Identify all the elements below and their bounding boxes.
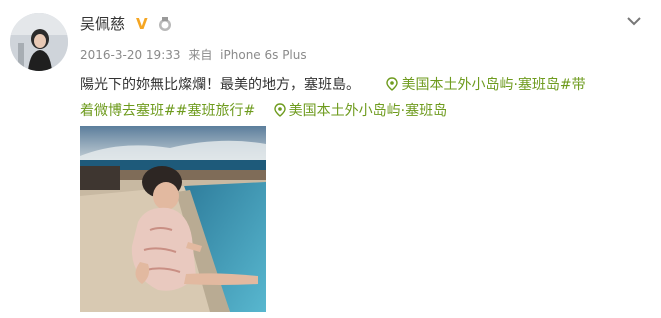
- post-photo[interactable]: [80, 126, 266, 312]
- chevron-down-icon[interactable]: [624, 11, 644, 31]
- verified-badge: V: [136, 15, 148, 33]
- post-date[interactable]: 2016-3-20 19:33: [80, 48, 181, 62]
- source-prefix: 来自: [188, 48, 213, 62]
- post-body: 陽光下的妳無比燦爛！最美的地方，塞班島。: [80, 77, 360, 93]
- location-link-2[interactable]: 美国本土外小岛屿·塞班岛: [289, 103, 447, 119]
- location-pin-icon: [273, 103, 286, 117]
- tag-link-2[interactable]: #塞班旅行#: [176, 103, 255, 119]
- avatar-photo: [10, 13, 68, 71]
- avatar[interactable]: [10, 13, 68, 71]
- tag-link-1a[interactable]: #带: [560, 77, 586, 93]
- author-name[interactable]: 吴佩慈: [80, 14, 125, 34]
- tag-link-1b[interactable]: 着微博去塞班#: [80, 103, 176, 119]
- post-meta: 2016-3-20 19:33 来自 iPhone 6s Plus: [80, 47, 311, 63]
- post-text: 陽光下的妳無比燦爛！最美的地方，塞班島。 美国本土外小岛屿·塞班岛#带 着微博去…: [80, 72, 646, 124]
- location-pin-icon: [386, 77, 399, 91]
- source-device[interactable]: iPhone 6s Plus: [220, 48, 306, 62]
- location-link-1[interactable]: 美国本土外小岛屿·塞班岛: [401, 77, 559, 93]
- medal-icon[interactable]: [157, 16, 173, 32]
